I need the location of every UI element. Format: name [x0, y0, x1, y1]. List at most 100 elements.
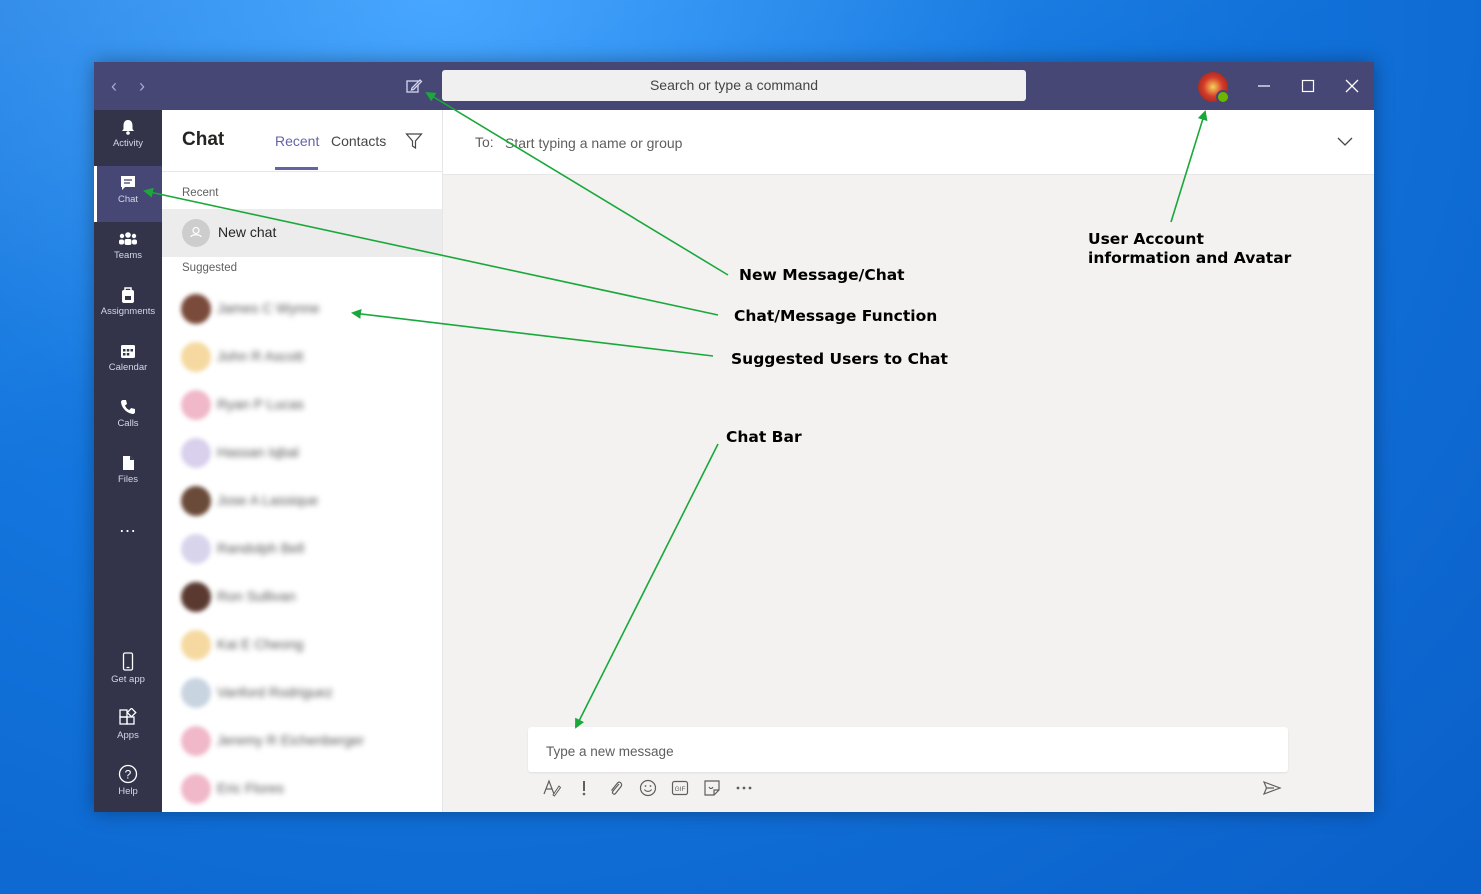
- maximize-button[interactable]: [1296, 74, 1320, 98]
- contact-name: Hassan Iqbal: [217, 444, 299, 460]
- tab-contacts[interactable]: Contacts: [331, 133, 386, 149]
- suggested-contact[interactable]: Jeremy R Eichenberger: [162, 717, 442, 765]
- presence-available-icon: [1216, 90, 1230, 104]
- new-chat-item[interactable]: New chat: [162, 209, 442, 257]
- new-chat-compose-icon[interactable]: [404, 76, 424, 96]
- apps-icon: [119, 708, 137, 725]
- teams-icon: [119, 232, 137, 245]
- contact-name: Ryan P Lucas: [217, 396, 304, 412]
- attach-icon[interactable]: [606, 778, 626, 798]
- rail-item-apps[interactable]: Apps: [94, 700, 162, 756]
- rail-item-teams[interactable]: Teams: [94, 222, 162, 278]
- active-tab-indicator: [275, 167, 318, 170]
- svg-text:GIF: GIF: [675, 786, 686, 793]
- suggested-contact[interactable]: John R Ascott: [162, 333, 442, 381]
- rail-item-assignments[interactable]: Assignments: [94, 278, 162, 334]
- rail-item-help[interactable]: ? Help: [94, 756, 162, 812]
- back-button[interactable]: ‹: [104, 76, 124, 96]
- forward-button[interactable]: ›: [132, 76, 152, 96]
- avatar: [181, 678, 211, 708]
- avatar: [181, 630, 211, 660]
- contact-name: John R Ascott: [217, 348, 304, 364]
- message-compose-box: [528, 727, 1288, 772]
- rail-label: Apps: [117, 730, 139, 741]
- suggested-section-label: Suggested: [182, 262, 237, 274]
- avatar: [181, 726, 211, 756]
- rail-item-calls[interactable]: Calls: [94, 390, 162, 446]
- rail-label: Assignments: [100, 306, 156, 317]
- more-options-icon[interactable]: [734, 778, 754, 798]
- rail-item-activity[interactable]: Activity: [94, 110, 162, 166]
- suggested-contact[interactable]: Jose A Lassique: [162, 477, 442, 525]
- rail-item-get-app[interactable]: Get app: [94, 644, 162, 700]
- to-recipient-input[interactable]: [503, 130, 1207, 156]
- close-button[interactable]: [1340, 74, 1364, 98]
- new-chat-label: New chat: [218, 224, 277, 240]
- annotation-chat-bar: Chat Bar: [726, 428, 802, 446]
- rail-label: Calls: [117, 418, 139, 429]
- chat-header: To:: [443, 110, 1374, 175]
- more-icon: …: [118, 516, 138, 536]
- important-icon[interactable]: [574, 778, 594, 798]
- chevron-down-icon[interactable]: [1336, 132, 1354, 150]
- annotation-suggested-users: Suggested Users to Chat: [731, 350, 948, 368]
- suggested-contact[interactable]: Vanford Rodriguez: [162, 669, 442, 717]
- avatar: [181, 294, 211, 324]
- avatar: [182, 219, 210, 247]
- message-input[interactable]: [544, 739, 1268, 763]
- rail-label: Teams: [114, 250, 142, 261]
- annotation-user-account-line1: User Account: [1088, 230, 1204, 248]
- to-label: To:: [475, 134, 494, 150]
- suggested-contact[interactable]: Randolph Bell: [162, 525, 442, 573]
- annotation-user-account-line2: information and Avatar: [1088, 249, 1292, 267]
- search-bar[interactable]: Search or type a command: [442, 70, 1026, 101]
- bell-icon: [122, 120, 134, 135]
- suggested-contact[interactable]: Ron Sullivan: [162, 573, 442, 621]
- mobile-icon: [122, 652, 134, 671]
- backpack-icon: [122, 287, 134, 303]
- contact-name: James C Wynne: [217, 300, 320, 316]
- rail-item-calendar[interactable]: Calendar: [94, 334, 162, 390]
- format-icon[interactable]: [542, 778, 562, 798]
- calendar-icon: [121, 345, 135, 358]
- avatar: [181, 774, 211, 804]
- rail-item-more[interactable]: …: [94, 510, 162, 546]
- title-bar: ‹ › Search or type a command: [94, 62, 1374, 110]
- rail-item-files[interactable]: Files: [94, 446, 162, 502]
- suggested-contact[interactable]: Eric Flores: [162, 765, 442, 813]
- rail-label: Chat: [117, 194, 139, 205]
- tab-recent[interactable]: Recent: [275, 133, 319, 149]
- emoji-icon[interactable]: [638, 778, 658, 798]
- annotation-chat-function: Chat/Message Function: [734, 307, 938, 325]
- phone-icon: [121, 400, 135, 414]
- file-icon: [123, 456, 134, 470]
- contact-name: Randolph Bell: [217, 540, 305, 556]
- divider: [162, 171, 442, 172]
- suggested-contact[interactable]: Ryan P Lucas: [162, 381, 442, 429]
- app-rail: Activity Chat Teams Assignments Calendar…: [94, 110, 162, 812]
- person-icon: [190, 226, 202, 238]
- avatar: [181, 438, 211, 468]
- contact-name: Kai E Cheong: [217, 636, 304, 652]
- annotation-new-message: New Message/Chat: [739, 266, 905, 284]
- rail-label: Files: [117, 474, 139, 485]
- suggested-contact[interactable]: Hassan Iqbal: [162, 429, 442, 477]
- minimize-button[interactable]: [1252, 74, 1276, 98]
- suggested-contact[interactable]: Kai E Cheong: [162, 621, 442, 669]
- contact-name: Ron Sullivan: [217, 588, 296, 604]
- sticker-icon[interactable]: [702, 778, 722, 798]
- avatar: [181, 534, 211, 564]
- recent-section-label: Recent: [182, 187, 219, 199]
- send-icon[interactable]: [1262, 778, 1282, 798]
- contact-name: Eric Flores: [217, 780, 284, 796]
- rail-label: Calendar: [108, 362, 148, 373]
- rail-item-chat[interactable]: Chat: [94, 166, 162, 222]
- filter-icon[interactable]: [405, 132, 423, 150]
- rail-label: Activity: [112, 138, 144, 149]
- gif-icon[interactable]: GIF: [670, 778, 690, 798]
- contact-name: Jeremy R Eichenberger: [217, 732, 365, 748]
- avatar: [181, 342, 211, 372]
- suggested-contact[interactable]: James C Wynne: [162, 285, 442, 333]
- user-avatar[interactable]: [1198, 72, 1230, 104]
- contact-name: Vanford Rodriguez: [217, 684, 333, 700]
